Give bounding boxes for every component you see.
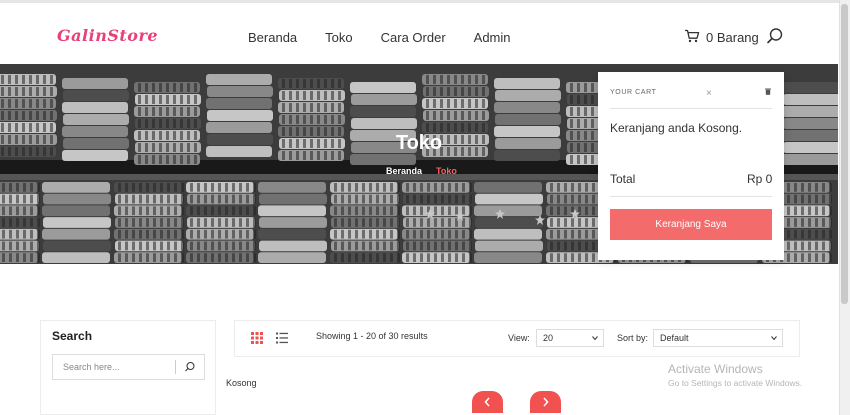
- site-logo[interactable]: GalinStore: [57, 26, 158, 45]
- result-count: Showing 1 - 20 of 30 results: [316, 331, 428, 341]
- search-icon: [767, 28, 783, 44]
- grid-view-icon[interactable]: [251, 332, 263, 344]
- chevron-left-icon: [484, 397, 490, 407]
- cart-total-label: Total: [610, 172, 636, 186]
- sort-select-value: Default: [660, 333, 689, 343]
- scrollbar[interactable]: [839, 0, 850, 415]
- breadcrumb-current: Toko: [436, 166, 457, 176]
- search-submit-button[interactable]: [183, 360, 197, 374]
- main-nav: Beranda Toko Cara Order Admin: [248, 30, 511, 45]
- activation-watermark-title: Activate Windows: [668, 362, 763, 376]
- trash-icon[interactable]: [765, 88, 771, 95]
- header-search-button[interactable]: [766, 27, 784, 45]
- breadcrumb-home[interactable]: Beranda: [386, 166, 422, 176]
- chevron-right-icon: [543, 397, 549, 407]
- scrollbar-thumb[interactable]: [841, 4, 848, 304]
- view-cart-button[interactable]: Keranjang Saya: [610, 209, 772, 240]
- cart-link[interactable]: 0 Barang: [684, 29, 759, 46]
- nav-item-toko[interactable]: Toko: [325, 30, 352, 45]
- cart-total-value: Rp 0: [747, 172, 773, 186]
- nav-item-beranda[interactable]: Beranda: [248, 30, 297, 45]
- chevron-down-icon: [771, 336, 777, 341]
- empty-products-text: Kosong: [226, 378, 257, 388]
- close-icon[interactable]: ×: [706, 88, 712, 99]
- sort-select[interactable]: Default: [653, 329, 783, 347]
- next-page-button[interactable]: [530, 391, 561, 413]
- prev-page-button[interactable]: [472, 391, 503, 413]
- nav-item-cara-order[interactable]: Cara Order: [381, 30, 446, 45]
- breadcrumb: Beranda Toko: [386, 166, 457, 176]
- list-view-icon[interactable]: [276, 332, 288, 344]
- chevron-down-icon: [592, 336, 598, 341]
- cart-icon: [684, 29, 700, 46]
- view-select[interactable]: 20: [536, 329, 604, 347]
- nav-item-admin[interactable]: Admin: [474, 30, 511, 45]
- sort-label: Sort by:: [617, 333, 649, 343]
- cart-divider: [610, 108, 772, 109]
- sidebar-title: Search: [52, 329, 93, 343]
- search-icon: [185, 362, 195, 372]
- view-label: View:: [508, 333, 530, 343]
- search-input[interactable]: [63, 359, 173, 375]
- sidebar-search-field: [52, 354, 205, 380]
- view-select-value: 20: [543, 333, 554, 343]
- top-border: [0, 0, 850, 3]
- cart-empty-message: Keranjang anda Kosong.: [610, 121, 743, 135]
- cart-divider: [610, 196, 772, 197]
- search-divider: [175, 360, 176, 374]
- activation-watermark-subtitle: Go to Settings to activate Windows.: [668, 378, 803, 388]
- cart-count-label: 0 Barang: [706, 30, 759, 45]
- cart-title: YOUR CART: [610, 89, 657, 96]
